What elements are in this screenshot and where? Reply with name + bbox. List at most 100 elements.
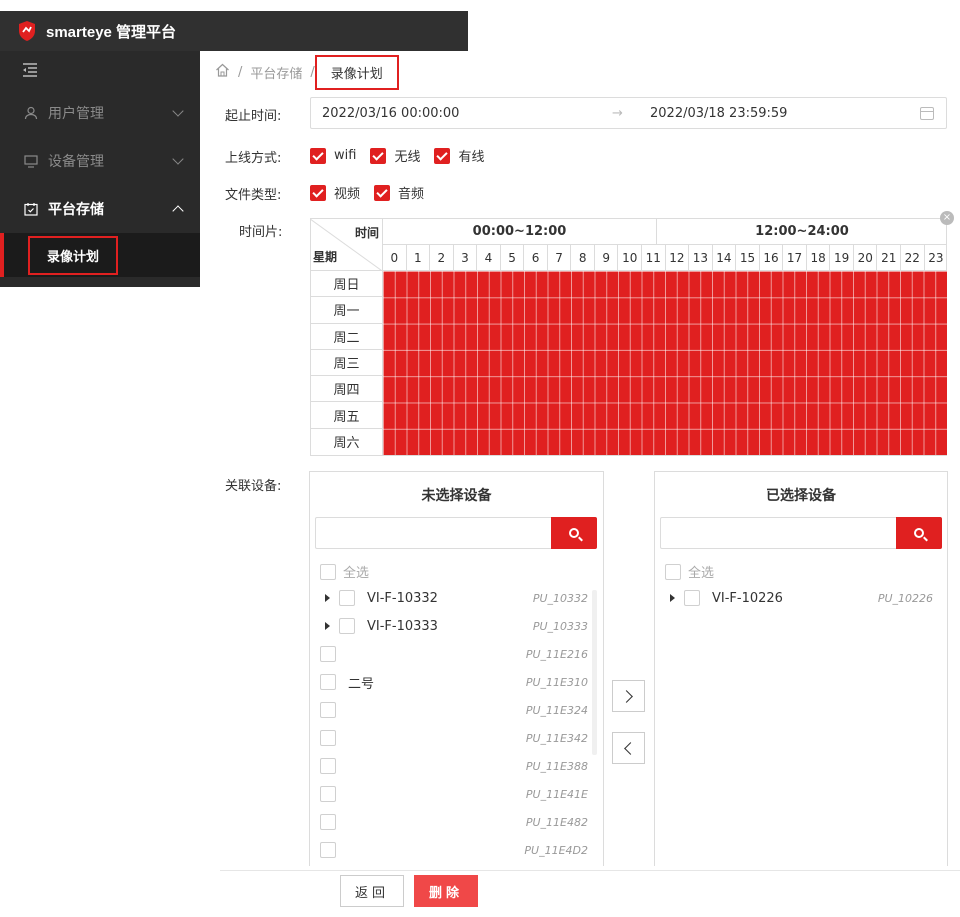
device-code: PU_11E4D2 [524, 843, 588, 857]
hour-cell: 14 [712, 245, 737, 271]
schedule-grid[interactable] [383, 271, 947, 455]
device-checkbox[interactable] [320, 730, 336, 746]
select-all-row[interactable]: 全选 [320, 562, 369, 581]
search-input[interactable] [315, 517, 597, 549]
active-marker [0, 233, 4, 277]
chevron-down-icon [172, 105, 184, 117]
arrow-right-icon: → [612, 105, 623, 121]
hour-cell: 21 [877, 245, 902, 271]
hour-cell: 18 [806, 245, 831, 271]
checkbox-wifi[interactable] [310, 147, 326, 164]
device-checkbox[interactable] [684, 590, 700, 606]
device-code: PU_10332 [532, 591, 588, 605]
home-icon[interactable] [215, 63, 230, 81]
unselected-device-list: VI-F-10332 PU_10332 VI-F-10333 PU_10333 PU_1… [310, 584, 600, 864]
device-name: VI-F-10332 [367, 590, 438, 606]
expand-caret-icon[interactable] [325, 622, 330, 630]
chevron-down-icon [172, 153, 184, 165]
list-item[interactable]: VI-F-10226 PU_10226 [655, 584, 945, 612]
search-button[interactable] [896, 517, 942, 549]
online-mode-label: 上线方式: [225, 151, 282, 166]
checkbox-select-all[interactable] [320, 563, 336, 580]
expand-caret-icon[interactable] [325, 594, 330, 602]
device-checkbox[interactable] [320, 814, 336, 830]
hour-cell: 12 [665, 245, 690, 271]
list-item[interactable]: VI-F-10332 PU_10332 [310, 584, 600, 612]
list-item[interactable]: VI-F-10333 PU_10333 [310, 612, 600, 640]
day-cell: 周六 [311, 428, 383, 456]
user-icon [24, 106, 38, 120]
hour-cell: 1 [406, 245, 431, 271]
checkbox-wireless[interactable] [370, 147, 387, 164]
day-cell: 周二 [311, 323, 383, 350]
day-column: 周日 周一 周二 周三 周四 周五 周六 [311, 271, 383, 456]
hour-cell: 2 [430, 245, 454, 271]
device-code: PU_10226 [877, 591, 933, 605]
search-button[interactable] [551, 517, 597, 549]
checkbox-wired[interactable] [434, 147, 451, 164]
list-item[interactable]: 二号 PU_11E310 [310, 668, 600, 696]
check-label: 有线 [458, 150, 485, 165]
corner-week-label: 星期 [313, 250, 338, 264]
device-checkbox[interactable] [320, 786, 336, 802]
sidebar-item-storage[interactable]: 平台存储 [0, 185, 200, 233]
search-icon [569, 528, 579, 538]
calendar-icon[interactable] [920, 106, 934, 120]
hour-cell: 11 [642, 245, 666, 271]
select-all-row[interactable]: 全选 [665, 562, 714, 581]
device-checkbox[interactable] [339, 618, 355, 634]
device-checkbox[interactable] [320, 842, 336, 858]
list-scrollbar[interactable] [592, 590, 597, 755]
device-checkbox[interactable] [320, 646, 336, 662]
start-date-value[interactable]: 2022/03/16 00:00:00 [322, 106, 612, 121]
list-item[interactable]: PU_11E216 [310, 640, 600, 668]
hour-cell: 6 [524, 245, 548, 271]
shield-logo-icon [17, 20, 37, 42]
hour-cell: 19 [830, 245, 854, 271]
unselected-devices-panel: 未选择设备 全选 VI-F-10332 PU_10332 VI-F-10333 PU_… [309, 471, 604, 866]
device-checkbox[interactable] [320, 758, 336, 774]
clear-schedule-icon[interactable]: × [940, 211, 954, 225]
end-date-value[interactable]: 2022/03/18 23:59:59 [650, 106, 920, 121]
device-code: PU_11E324 [525, 703, 588, 717]
breadcrumb-parent[interactable]: 平台存储 [250, 63, 302, 82]
device-checkbox[interactable] [320, 702, 336, 718]
back-button[interactable]: 返回 [340, 875, 404, 907]
move-right-button[interactable] [612, 680, 645, 712]
half-day-header-pm: 12:00~24:00 [657, 219, 947, 245]
menu-collapse-icon[interactable] [0, 51, 200, 89]
checkbox-video[interactable] [310, 184, 326, 201]
hour-cell: 9 [594, 245, 619, 271]
sidebar-item-users[interactable]: 用户管理 [0, 89, 200, 137]
list-item[interactable]: PU_11E482 [310, 808, 600, 836]
day-cell: 周一 [311, 297, 383, 324]
checkbox-select-all[interactable] [665, 563, 681, 580]
date-range-picker[interactable]: 2022/03/16 00:00:00 → 2022/03/18 23:59:5… [310, 97, 947, 129]
checkbox-audio[interactable] [374, 184, 391, 201]
list-item[interactable]: PU_11E324 [310, 696, 600, 724]
list-item[interactable]: PU_11E388 [310, 752, 600, 780]
hour-cell: 15 [736, 245, 760, 271]
hour-cell: 23 [924, 245, 948, 271]
device-checkbox[interactable] [339, 590, 355, 606]
device-code: PU_11E41E [525, 787, 588, 801]
list-item[interactable]: PU_11E342 [310, 724, 600, 752]
list-item[interactable]: PU_11E41E [310, 780, 600, 808]
breadcrumb-current: 录像计划 [314, 54, 399, 90]
check-label: wifi [334, 148, 357, 163]
search-input[interactable] [660, 517, 942, 549]
sidebar-subitem-recording-plan[interactable]: 录像计划 [0, 233, 200, 277]
selected-device-list: VI-F-10226 PU_10226 [655, 584, 945, 612]
expand-caret-icon[interactable] [670, 594, 675, 602]
schedule-table: 时间 星期 00:00~12:00 12:00~24:00 0123456789… [310, 218, 948, 456]
move-left-button[interactable] [612, 732, 645, 764]
sidebar-item-devices[interactable]: 设备管理 [0, 137, 200, 185]
search-icon [914, 528, 924, 538]
schedule-corner: 时间 星期 [311, 219, 383, 271]
app-title: smarteye 管理平台 [46, 23, 177, 41]
delete-button[interactable]: 删除 [414, 875, 478, 907]
chevron-left-icon [624, 741, 637, 755]
list-item[interactable]: PU_11E4D2 [310, 836, 600, 864]
hour-cell: 16 [759, 245, 784, 271]
device-checkbox[interactable] [320, 674, 336, 690]
